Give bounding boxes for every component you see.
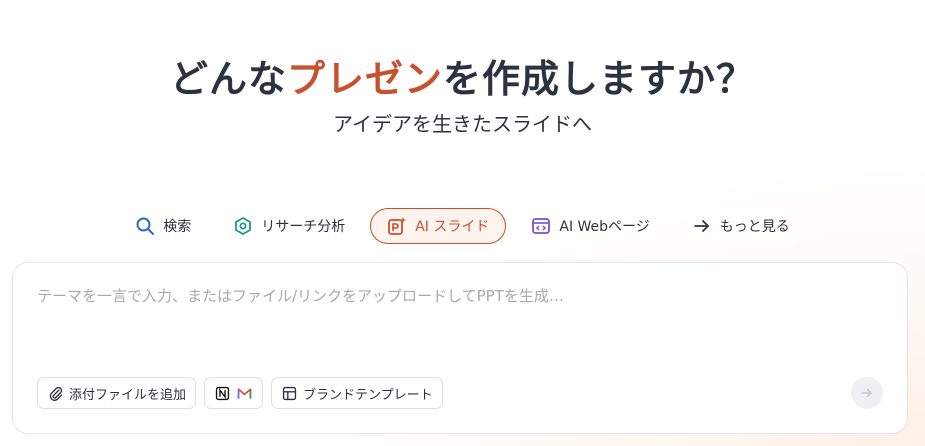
arrow-right-icon [692, 216, 712, 236]
title-suffix: を作成しますか？ [443, 57, 756, 101]
composer-actions: 添付ファイルを追加 ブランドテンプレート [37, 377, 443, 409]
tab-search[interactable]: 検索 [118, 208, 209, 244]
notion-icon [214, 385, 231, 402]
attach-file-label: 添付ファイルを追加 [69, 387, 187, 403]
brand-template-label: ブランドテンプレート [303, 387, 433, 403]
title-accent: プレゼン [286, 57, 443, 101]
research-icon [233, 216, 253, 236]
title-prefix: どんな [169, 57, 287, 101]
tab-research[interactable]: リサーチ分析 [216, 208, 363, 244]
tab-label: リサーチ分析 [261, 219, 346, 235]
prompt-input[interactable]: テーマを一言で入力、またはファイル/リンクをアップロードしてPPTを生成… [37, 285, 877, 306]
paperclip-icon [47, 385, 64, 402]
tab-ai-web[interactable]: AI Webページ [514, 208, 667, 244]
tab-label: もっと見る [719, 219, 790, 235]
brand-template-button[interactable]: ブランドテンプレート [271, 377, 443, 409]
web-page-icon [531, 216, 551, 236]
tab-label: 検索 [163, 219, 192, 235]
integrations-button[interactable] [204, 377, 264, 409]
attach-file-button[interactable]: 添付ファイルを追加 [37, 377, 197, 409]
template-icon [281, 385, 298, 402]
arrow-right-icon [860, 386, 874, 400]
search-icon [135, 216, 155, 236]
mode-tabs: 検索 リサーチ分析 AI スライド AI Webページ もっと見る [0, 208, 925, 244]
tab-label: AI Webページ [559, 219, 650, 235]
tab-ai-slide[interactable]: AI スライド [370, 208, 507, 244]
tab-more[interactable]: もっと見る [674, 208, 807, 244]
tab-label: AI スライド [415, 219, 490, 235]
page-subtitle: アイデアを生きたスライドへ [333, 112, 592, 136]
gmail-icon [236, 385, 253, 402]
ai-slide-icon [387, 216, 407, 236]
page-title: どんなプレゼンを作成しますか？ [0, 48, 925, 103]
send-button[interactable] [851, 377, 883, 409]
prompt-composer: テーマを一言で入力、またはファイル/リンクをアップロードしてPPTを生成… 添付… [12, 262, 908, 434]
